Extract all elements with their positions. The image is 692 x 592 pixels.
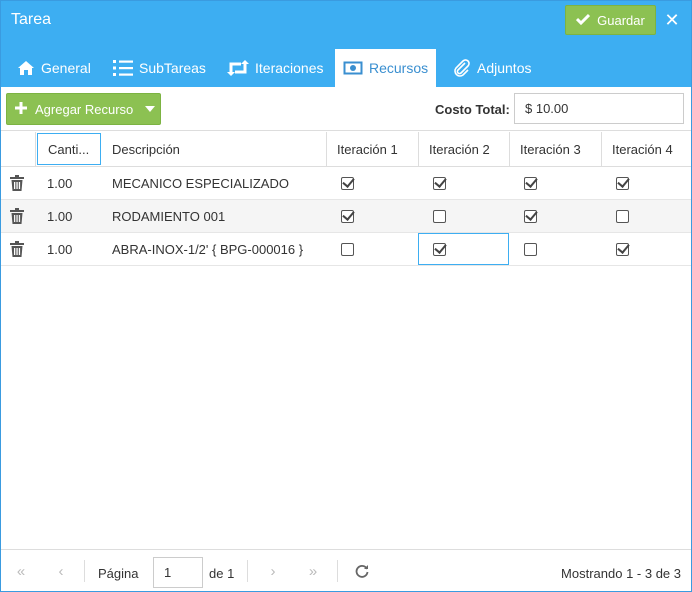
caret-down-icon[interactable]: [145, 106, 156, 112]
tab-label: Adjuntos: [477, 60, 532, 76]
task-dialog: Tarea Guardar ✕ General SubTareas Iterac…: [0, 0, 692, 592]
tab-bar: General SubTareas Iteraciones Recursos A…: [1, 49, 691, 87]
save-button[interactable]: Guardar: [565, 5, 656, 35]
grid-header: Canti... Descripción Iteración 1 Iteraci…: [1, 132, 691, 167]
cantidad-cell[interactable]: 1.00: [47, 200, 72, 232]
iteracion-checkbox[interactable]: [341, 176, 354, 190]
pager-divider: [84, 560, 85, 582]
tab-label: Iteraciones: [255, 60, 324, 76]
last-page-icon[interactable]: »: [303, 562, 323, 580]
first-page-icon[interactable]: «: [11, 562, 31, 580]
descripcion-cell[interactable]: MECANICO ESPECIALIZADO: [112, 167, 289, 199]
next-page-icon[interactable]: ›: [263, 562, 283, 580]
add-resource-button[interactable]: Agregar Recurso: [6, 93, 161, 125]
descripcion-cell[interactable]: ABRA-INOX-1/2' { BPG-000016 }: [112, 233, 303, 265]
plus-icon: [15, 101, 27, 117]
add-resource-label: Agregar Recurso: [35, 101, 134, 117]
header-iteracion-4[interactable]: Iteración 4: [602, 132, 691, 166]
iteracion-checkbox[interactable]: [616, 176, 629, 190]
header-iteracion-3[interactable]: Iteración 3: [510, 132, 602, 166]
total-cost-field[interactable]: [514, 93, 684, 124]
tab-subtareas[interactable]: SubTareas: [105, 49, 214, 87]
descripcion-cell[interactable]: RODAMIENTO 001: [112, 200, 225, 232]
header-iteracion-2[interactable]: Iteración 2: [419, 132, 510, 166]
list-ordered-icon: [113, 59, 133, 77]
resources-toolbar: Agregar Recurso Costo Total:: [1, 87, 691, 131]
iteracion-checkbox[interactable]: [524, 242, 537, 256]
iteracion-checkbox[interactable]: [616, 242, 629, 256]
header-actions: [1, 132, 36, 166]
pager-info: Mostrando 1 - 3 de 3: [561, 566, 681, 581]
iteracion-checkbox[interactable]: [433, 209, 446, 223]
cantidad-cell[interactable]: 1.00: [47, 233, 72, 265]
pager-divider: [247, 560, 248, 582]
title-bar: Tarea Guardar ✕ General SubTareas Iterac…: [1, 1, 691, 87]
tab-general[interactable]: General: [9, 49, 99, 87]
tab-label: Recursos: [369, 60, 429, 76]
trash-icon[interactable]: [10, 233, 24, 265]
page-label: Página: [98, 566, 139, 581]
table-row: 1.00 ABRA-INOX-1/2' { BPG-000016 }: [1, 233, 691, 266]
page-count-label: de 1: [209, 566, 235, 581]
prev-page-icon[interactable]: ‹: [51, 562, 71, 580]
iteracion-checkbox[interactable]: [433, 242, 446, 256]
total-cost-label: Costo Total:: [435, 102, 510, 117]
trash-icon[interactable]: [10, 200, 24, 232]
trash-icon[interactable]: [10, 167, 24, 199]
tab-recursos[interactable]: Recursos: [335, 49, 436, 87]
header-cantidad[interactable]: Canti...: [37, 133, 101, 165]
iteracion-checkbox[interactable]: [524, 176, 537, 190]
money-icon: [343, 61, 363, 75]
close-icon[interactable]: ✕: [662, 9, 682, 31]
focused-cell[interactable]: [418, 233, 509, 265]
tab-label: SubTareas: [139, 60, 206, 76]
save-label: Guardar: [597, 12, 645, 28]
tab-iteraciones[interactable]: Iteraciones: [219, 49, 331, 87]
dialog-title: Tarea: [11, 11, 52, 28]
home-icon: [17, 60, 35, 76]
header-descripcion[interactable]: Descripción: [102, 132, 327, 166]
retweet-icon: [227, 60, 249, 76]
header-iteracion-1[interactable]: Iteración 1: [327, 132, 419, 166]
paperclip-icon: [453, 59, 471, 77]
cantidad-cell[interactable]: 1.00: [47, 167, 72, 199]
pager-divider: [337, 560, 338, 582]
check-icon: [576, 13, 591, 28]
page-number-input[interactable]: [153, 557, 203, 588]
iteracion-checkbox[interactable]: [433, 176, 446, 190]
table-row: 1.00 RODAMIENTO 001: [1, 200, 691, 233]
table-row: 1.00 MECANICO ESPECIALIZADO: [1, 167, 691, 200]
pager: « ‹ Página de 1 › » Mostrando 1 - 3 de 3: [1, 549, 691, 591]
iteracion-checkbox[interactable]: [524, 209, 537, 223]
tab-adjuntos[interactable]: Adjuntos: [445, 49, 539, 87]
tab-label: General: [41, 60, 91, 76]
iteracion-checkbox[interactable]: [341, 242, 354, 256]
iteracion-checkbox[interactable]: [341, 209, 354, 223]
iteracion-checkbox[interactable]: [616, 209, 629, 223]
refresh-icon[interactable]: [352, 562, 372, 580]
